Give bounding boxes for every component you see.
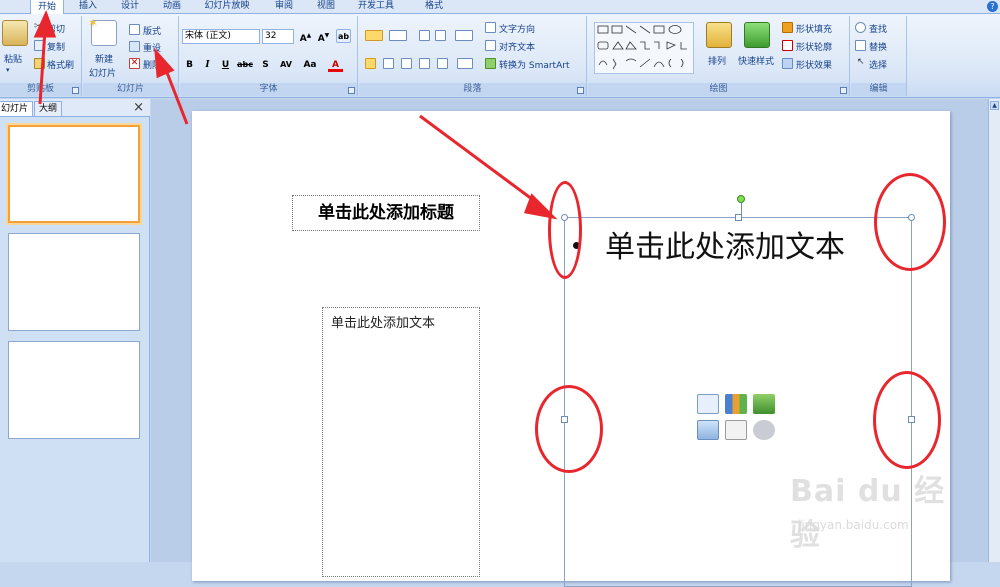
watermark-url: jingyan.baidu.com xyxy=(798,518,909,532)
arrow-to-home-tab xyxy=(38,29,47,105)
arrow-to-content xyxy=(419,114,541,207)
arrow-head-home-tab xyxy=(33,10,57,38)
arrow-head-reset xyxy=(154,47,175,79)
baidu-watermark: Bai du 经验 jingyan.baidu.com xyxy=(760,458,960,553)
arrow-to-reset xyxy=(164,69,189,125)
watermark-logo: Bai du 经验 xyxy=(790,474,946,553)
arrow-head-content xyxy=(523,193,558,220)
